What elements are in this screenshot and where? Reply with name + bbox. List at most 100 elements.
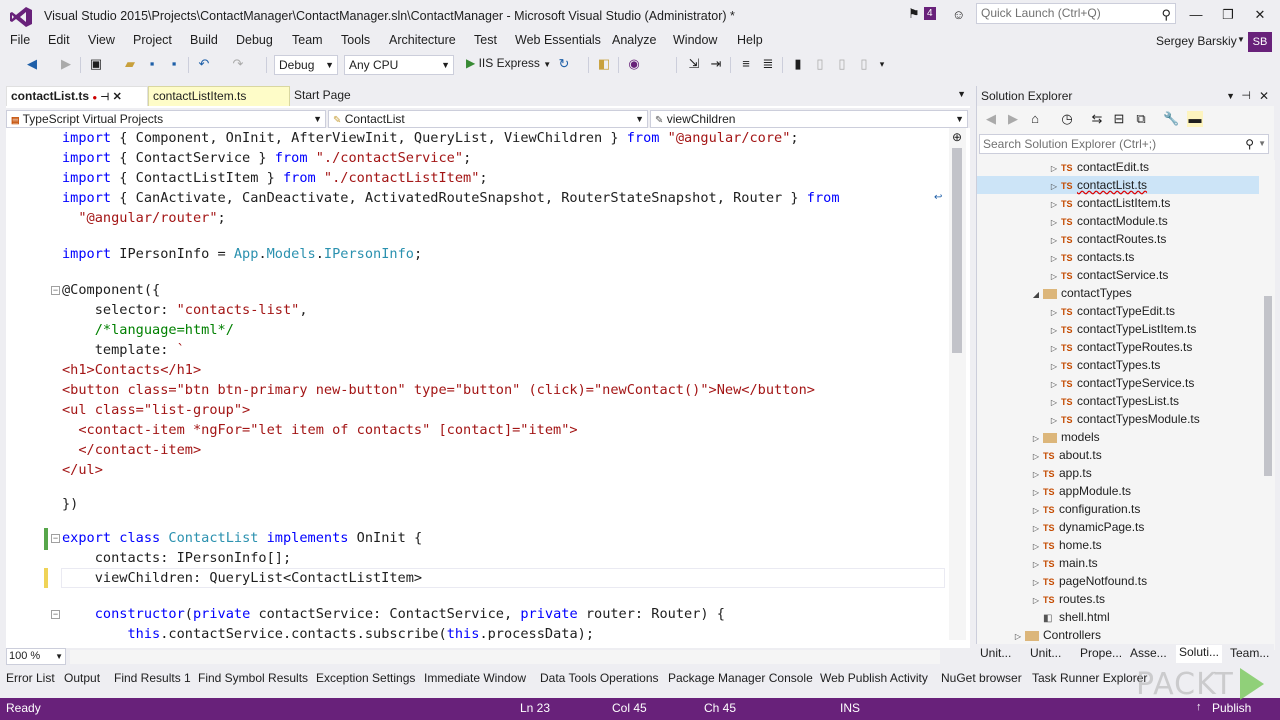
- tree-item[interactable]: ▷ TS contactModule.ts: [977, 212, 1259, 230]
- navigate-back-icon[interactable]: ◀: [24, 56, 40, 72]
- tree-item[interactable]: ▷ TS contactListItem.ts: [977, 194, 1259, 212]
- tree-item[interactable]: ▷ TS configuration.ts: [977, 500, 1259, 518]
- tab-unit-1[interactable]: Unit...: [980, 646, 1011, 660]
- menu-window[interactable]: Window: [673, 33, 717, 47]
- close-panel-icon[interactable]: ✕: [1259, 86, 1269, 106]
- collapse-toggle[interactable]: −: [51, 610, 60, 619]
- tree-item[interactable]: ▷ TS main.ts: [977, 554, 1259, 572]
- avatar[interactable]: SB: [1248, 32, 1272, 52]
- tree-item[interactable]: ▷ TS app.ts: [977, 464, 1259, 482]
- undo-icon[interactable]: ↶: [196, 56, 212, 72]
- tab-exception-settings[interactable]: Exception Settings: [316, 671, 415, 685]
- code-editor[interactable]: import { Component, OnInit, AfterViewIni…: [6, 128, 970, 648]
- navigate-forward-icon[interactable]: ▶: [58, 56, 74, 72]
- bookmark-icon[interactable]: ▮: [790, 56, 806, 72]
- menu-help[interactable]: Help: [737, 33, 763, 47]
- save-icon[interactable]: ▪: [144, 56, 160, 72]
- maximize-button[interactable]: ❐: [1216, 4, 1240, 26]
- menu-view[interactable]: View: [88, 33, 115, 47]
- tree-item[interactable]: ▷ TS contactTypes.ts: [977, 356, 1259, 374]
- split-editor-icon[interactable]: ⊕: [952, 130, 962, 144]
- code-area[interactable]: import { Component, OnInit, AfterViewIni…: [6, 128, 946, 640]
- tree-item[interactable]: ▷ TS contactService.ts: [977, 266, 1259, 284]
- properties-icon[interactable]: 🔧: [1163, 111, 1179, 127]
- prev-bookmark-icon[interactable]: ▯: [812, 56, 828, 72]
- tree-item[interactable]: ◢ contactTypes: [977, 284, 1259, 302]
- comment-icon[interactable]: ≡: [738, 56, 754, 72]
- platform-select[interactable]: Any CPU ▼: [344, 55, 454, 75]
- project-dropdown[interactable]: ▤ TypeScript Virtual Projects ▼: [6, 110, 326, 128]
- menu-debug[interactable]: Debug: [236, 33, 273, 47]
- tree-item[interactable]: ▷ TS contactList.ts: [977, 176, 1259, 194]
- collapse-toggle[interactable]: −: [51, 286, 60, 295]
- tab-start-page[interactable]: Start Page: [290, 86, 370, 106]
- close-tab-icon[interactable]: ✕: [113, 91, 122, 103]
- forward-icon[interactable]: ▶: [1005, 111, 1021, 127]
- menu-tools[interactable]: Tools: [341, 33, 370, 47]
- tree-item[interactable]: ▷ TS about.ts: [977, 446, 1259, 464]
- tree-item[interactable]: ▷ TS contactTypeRoutes.ts: [977, 338, 1259, 356]
- editor-horizontal-scrollbar[interactable]: [70, 650, 940, 664]
- tab-nuget-browser[interactable]: NuGet browser: [941, 671, 1022, 685]
- menu-build[interactable]: Build: [190, 33, 218, 47]
- open-file-icon[interactable]: ▰: [122, 56, 138, 72]
- home-icon[interactable]: ⌂: [1027, 111, 1043, 127]
- tab-find-symbol-results[interactable]: Find Symbol Results: [198, 671, 308, 685]
- tab-assemblies[interactable]: Asse...: [1130, 646, 1167, 660]
- step-into-icon[interactable]: ⇲: [686, 56, 702, 72]
- tree-item[interactable]: ▷ TS dynamicPage.ts: [977, 518, 1259, 536]
- collapse-toggle[interactable]: −: [51, 534, 60, 543]
- tree-item[interactable]: ▷ TS contactTypeEdit.ts: [977, 302, 1259, 320]
- tree-item[interactable]: ◧ shell.html: [977, 608, 1259, 626]
- user-dropdown-icon[interactable]: ▼: [1237, 35, 1245, 44]
- tab-team[interactable]: Team...: [1230, 646, 1269, 660]
- tree-item[interactable]: ▷ TS contactTypeService.ts: [977, 374, 1259, 392]
- tab-output[interactable]: Output: [64, 671, 100, 685]
- tab-contactlist[interactable]: contactList.ts ● ⊣ ✕: [6, 86, 148, 106]
- next-bookmark-icon[interactable]: ▯: [834, 56, 850, 72]
- minimize-button[interactable]: —: [1184, 4, 1208, 26]
- menu-architecture[interactable]: Architecture: [389, 33, 456, 47]
- type-dropdown[interactable]: ✎ ContactList ▼: [328, 110, 648, 128]
- tab-properties[interactable]: Prope...: [1080, 646, 1122, 660]
- notifications[interactable]: ⚑ 4: [908, 6, 936, 21]
- solution-search-input[interactable]: Search Solution Explorer (Ctrl+;) ⚲ ▼: [979, 134, 1269, 154]
- tab-error-list[interactable]: Error List: [6, 671, 55, 685]
- menu-project[interactable]: Project: [133, 33, 172, 47]
- tree-item[interactable]: ▷ TS appModule.ts: [977, 482, 1259, 500]
- tree-scroll-thumb[interactable]: [1264, 296, 1272, 476]
- menu-test[interactable]: Test: [474, 33, 497, 47]
- user-name[interactable]: Sergey Barskiy: [1156, 34, 1237, 48]
- configuration-select[interactable]: Debug ▼: [274, 55, 338, 75]
- history-icon[interactable]: ◷: [1059, 111, 1075, 127]
- editor-scroll-thumb[interactable]: [952, 148, 962, 353]
- window-position-icon[interactable]: ▼: [1226, 86, 1235, 106]
- new-project-icon[interactable]: ▣: [88, 56, 104, 72]
- preview-icon[interactable]: ▬: [1187, 111, 1203, 127]
- tab-unit-2[interactable]: Unit...: [1030, 646, 1061, 660]
- close-button[interactable]: ✕: [1248, 4, 1272, 26]
- zoom-select[interactable]: 100 % ▼: [6, 648, 66, 665]
- menu-file[interactable]: File: [10, 33, 30, 47]
- tree-item[interactable]: ▷ TS pageNotfound.ts: [977, 572, 1259, 590]
- refresh-icon[interactable]: ↻: [556, 56, 572, 72]
- tree-item[interactable]: ▷ TS home.ts: [977, 536, 1259, 554]
- save-all-icon[interactable]: ▪: [166, 56, 182, 72]
- feedback-icon[interactable]: ☺: [952, 7, 965, 22]
- redo-icon[interactable]: ↷: [230, 56, 246, 72]
- tab-solution[interactable]: Soluti...: [1176, 645, 1223, 663]
- tree-item[interactable]: ▷ TS contacts.ts: [977, 248, 1259, 266]
- publish-button[interactable]: Publish: [1212, 701, 1251, 715]
- menu-analyze[interactable]: Analyze: [612, 33, 656, 47]
- web-essentials-icon[interactable]: ◉: [626, 56, 642, 72]
- member-dropdown[interactable]: ✎ viewChildren ▼: [650, 110, 968, 128]
- tab-find-results[interactable]: Find Results 1: [114, 671, 191, 685]
- tree-item[interactable]: ▷ TS contactTypeListItem.ts: [977, 320, 1259, 338]
- tree-item[interactable]: ▷ TS contactTypesList.ts: [977, 392, 1259, 410]
- start-debugging-button[interactable]: ▶ IIS Express ▼: [466, 56, 551, 70]
- browser-link-icon[interactable]: ◧: [596, 56, 612, 72]
- back-icon[interactable]: ◀: [983, 111, 999, 127]
- tree-item[interactable]: ▷ Controllers: [977, 626, 1259, 644]
- collapse-all-icon[interactable]: ⊟: [1111, 111, 1127, 127]
- pin-icon[interactable]: ⊣: [1241, 86, 1251, 106]
